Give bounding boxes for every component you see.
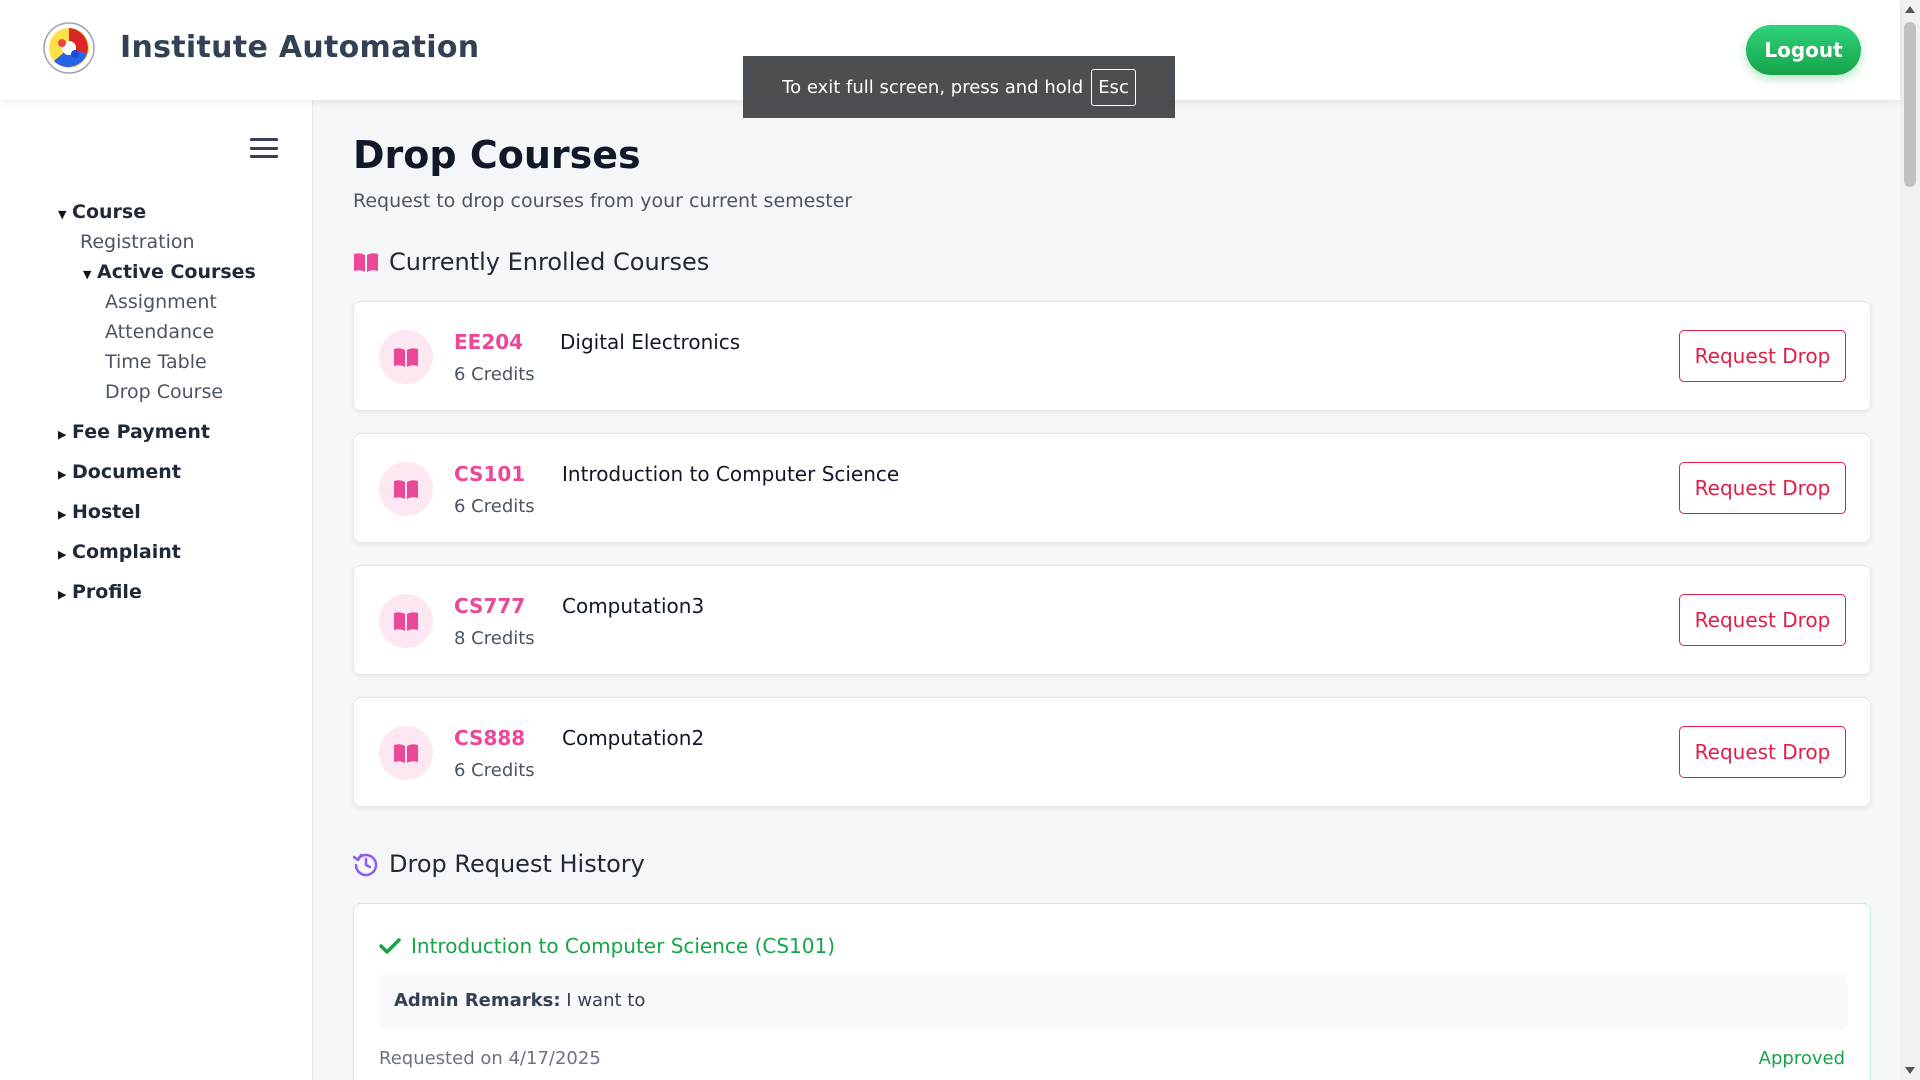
check-icon (379, 938, 401, 954)
history-course-title-text: Introduction to Computer Science (CS101) (411, 934, 836, 958)
course-name: Digital Electronics (560, 330, 741, 354)
course-credits: 6 Credits (454, 760, 535, 781)
requested-on-date: Requested on 4/17/2025 (379, 1048, 601, 1069)
main-content: Drop Courses Request to drop courses fro… (313, 100, 1900, 1080)
book-open-icon (394, 480, 418, 499)
caret-right-icon: ▶ (58, 548, 67, 561)
institute-logo (43, 22, 95, 74)
sidebar-item-drop-course[interactable]: Drop Course (105, 381, 223, 403)
course-card: CS101 Introduction to Computer Science 6… (353, 433, 1871, 543)
course-code: CS777 (454, 594, 526, 618)
drop-history-heading: Drop Request History (353, 850, 645, 878)
course-name: Introduction to Computer Science (562, 462, 900, 486)
admin-remarks-text: I want to (566, 990, 646, 1011)
sidebar-item-course[interactable]: ▼ Course (58, 201, 146, 223)
book-open-icon (354, 253, 378, 272)
logout-button[interactable]: Logout (1746, 25, 1861, 75)
course-icon (379, 330, 433, 384)
status-badge: Approved (1758, 1048, 1845, 1069)
course-icon (379, 726, 433, 780)
caret-down-icon: ▼ (58, 208, 67, 221)
admin-remarks-box: Admin Remarks: I want to (379, 975, 1847, 1029)
course-credits: 6 Credits (454, 496, 535, 517)
request-drop-button[interactable]: Request Drop (1679, 726, 1846, 778)
fullscreen-exit-toast: To exit full screen, press and hold Esc (743, 56, 1175, 118)
course-icon (379, 594, 433, 648)
esc-key-badge: Esc (1091, 68, 1136, 106)
history-course-title: Introduction to Computer Science (CS101) (379, 934, 835, 958)
course-icon (379, 462, 433, 516)
scroll-up-arrow-icon[interactable] (1905, 6, 1915, 13)
book-open-icon (394, 348, 418, 367)
course-card: EE204 Digital Electronics 6 Credits Requ… (353, 301, 1871, 411)
sidebar-item-assignment[interactable]: Assignment (105, 291, 217, 313)
course-credits: 6 Credits (454, 364, 535, 385)
course-name: Computation2 (562, 726, 705, 750)
course-card: CS777 Computation3 8 Credits Request Dro… (353, 565, 1871, 675)
sidebar-item-complaint[interactable]: ▶ Complaint (58, 541, 181, 563)
scrollbar-thumb[interactable] (1904, 22, 1916, 187)
drop-history-heading-text: Drop Request History (389, 850, 645, 878)
sidebar-item-time-table[interactable]: Time Table (105, 351, 207, 373)
caret-right-icon: ▶ (58, 588, 67, 601)
course-code: CS101 (454, 462, 526, 486)
history-icon (353, 853, 378, 877)
sidebar-item-registration[interactable]: Registration (80, 231, 195, 253)
course-name: Computation3 (562, 594, 705, 618)
course-code: EE204 (454, 330, 524, 354)
sidebar: ▼ Course Registration ▼ Active Courses Ass… (0, 100, 313, 1080)
book-open-icon (394, 612, 418, 631)
page-scrollbar[interactable] (1900, 0, 1920, 1080)
drop-request-history-card: Introduction to Computer Science (CS101)… (353, 903, 1871, 1080)
course-card: CS888 Computation2 6 Credits Request Dro… (353, 697, 1871, 807)
caret-right-icon: ▶ (58, 428, 67, 441)
sidebar-item-hostel[interactable]: ▶ Hostel (58, 501, 141, 523)
app-title: Institute Automation (120, 30, 480, 65)
book-open-icon (394, 744, 418, 763)
enrolled-courses-heading-text: Currently Enrolled Courses (389, 248, 710, 276)
course-code: CS888 (454, 726, 526, 750)
sidebar-item-attendance[interactable]: Attendance (105, 321, 214, 343)
request-drop-button[interactable]: Request Drop (1679, 594, 1846, 646)
request-drop-button[interactable]: Request Drop (1679, 330, 1846, 382)
course-credits: 8 Credits (454, 628, 535, 649)
caret-down-icon: ▼ (83, 268, 92, 281)
sidebar-item-fee-payment[interactable]: ▶ Fee Payment (58, 421, 210, 443)
page-subtitle: Request to drop courses from your curren… (353, 190, 853, 212)
caret-right-icon: ▶ (58, 468, 67, 481)
admin-remarks-label: Admin Remarks: (394, 990, 561, 1011)
caret-right-icon: ▶ (58, 508, 67, 521)
hamburger-menu-icon[interactable] (250, 138, 278, 158)
sidebar-item-active-courses[interactable]: ▼ Active Courses (83, 261, 256, 283)
fullscreen-toast-text: To exit full screen, press and hold (782, 76, 1084, 98)
page-title: Drop Courses (353, 133, 641, 177)
scroll-down-arrow-icon[interactable] (1905, 1067, 1915, 1074)
sidebar-item-profile[interactable]: ▶ Profile (58, 581, 142, 603)
sidebar-item-document[interactable]: ▶ Document (58, 461, 181, 483)
enrolled-courses-heading: Currently Enrolled Courses (353, 248, 709, 276)
request-drop-button[interactable]: Request Drop (1679, 462, 1846, 514)
